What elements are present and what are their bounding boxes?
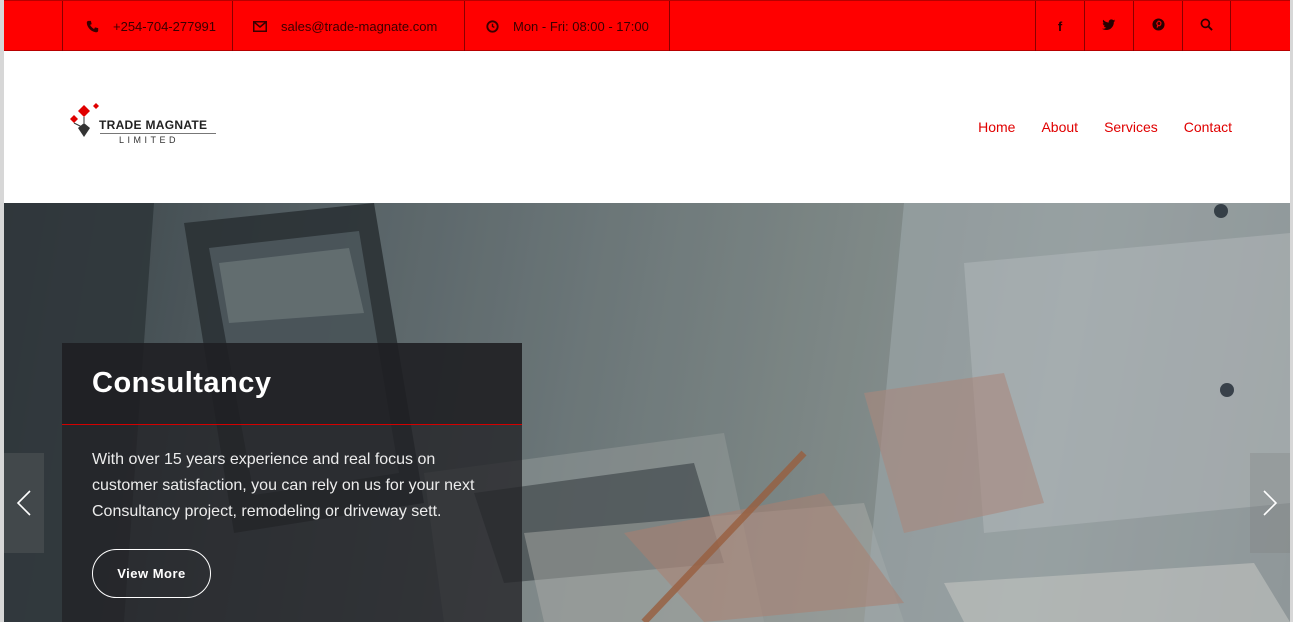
logo[interactable]: TRADE MAGNATE LIMITED: [66, 101, 226, 151]
facebook-icon: f: [1057, 18, 1063, 34]
nav-services[interactable]: Services: [1104, 119, 1158, 135]
phone-text: +254-704-277991: [113, 18, 217, 34]
hours-text: Mon - Fri: 08:00 - 17:00: [513, 18, 649, 34]
nav-home[interactable]: Home: [978, 119, 1015, 135]
envelope-icon: [253, 19, 267, 33]
search-icon: [1200, 18, 1213, 34]
view-more-button[interactable]: View More: [92, 549, 211, 598]
main-nav: Home About Services Contact: [978, 119, 1232, 135]
twitter-icon: [1102, 18, 1116, 34]
chevron-left-icon: [16, 490, 31, 516]
slider-prev-button[interactable]: [4, 453, 44, 553]
logo-divider: [100, 133, 216, 134]
topbar-phone[interactable]: +254-704-277991: [62, 1, 233, 51]
topbar-email[interactable]: sales@trade-magnate.com: [232, 1, 465, 51]
pinterest-link[interactable]: [1133, 1, 1182, 51]
logo-name: TRADE MAGNATE: [99, 118, 208, 132]
pinterest-icon: [1151, 18, 1165, 34]
logo-mark-icon: [70, 103, 99, 137]
slider-next-button[interactable]: [1250, 453, 1290, 553]
twitter-link[interactable]: [1084, 1, 1133, 51]
top-bar: +254-704-277991 sales@trade-magnate.com …: [4, 0, 1290, 51]
slide-description: With over 15 years experience and real f…: [92, 451, 475, 520]
facebook-link[interactable]: f: [1035, 1, 1084, 51]
slide-caption: Consultancy With over 15 years experienc…: [62, 343, 522, 622]
hero-slider: Consultancy With over 15 years experienc…: [4, 203, 1290, 622]
phone-icon: [85, 19, 99, 33]
email-text: sales@trade-magnate.com: [281, 18, 438, 34]
clock-icon: [485, 19, 499, 33]
site-header: TRADE MAGNATE LIMITED Home About Service…: [4, 51, 1290, 203]
search-button[interactable]: [1182, 1, 1231, 51]
logo-subtitle: LIMITED: [119, 135, 180, 145]
topbar-hours: Mon - Fri: 08:00 - 17:00: [464, 1, 670, 51]
nav-about[interactable]: About: [1041, 119, 1078, 135]
nav-contact[interactable]: Contact: [1184, 119, 1232, 135]
chevron-right-icon: [1263, 490, 1278, 516]
slide-title: Consultancy: [92, 367, 272, 399]
